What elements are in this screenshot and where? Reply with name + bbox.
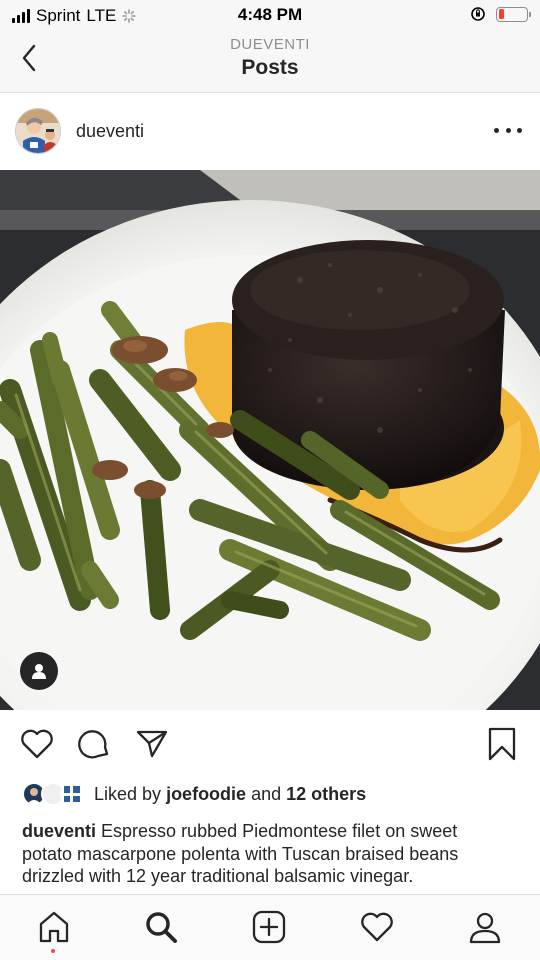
liker-avatars[interactable] <box>22 782 86 806</box>
likes-others[interactable]: 12 others <box>286 784 366 804</box>
status-time: 4:48 PM <box>237 5 303 24</box>
person-tag-icon <box>32 664 46 679</box>
likes-text: Liked by joefoodie and 12 others <box>94 784 366 805</box>
battery-icon <box>496 6 531 22</box>
tab-search[interactable] <box>143 909 179 945</box>
more-horizontal-icon <box>494 127 499 133</box>
tagged-people-button[interactable] <box>20 652 58 690</box>
tab-home[interactable] <box>36 909 72 945</box>
search-icon <box>146 912 177 943</box>
food-photo <box>0 170 540 710</box>
likes-connector: and <box>251 784 282 804</box>
likes-prefix: Liked by <box>94 784 162 804</box>
activity-icon <box>361 912 393 942</box>
comment-button[interactable] <box>77 726 113 762</box>
page-title: Posts <box>241 56 299 79</box>
status-right <box>470 6 531 22</box>
more-options-button[interactable] <box>494 120 522 140</box>
post-caption: dueventi Espresso rubbed Piedmontese fil… <box>22 820 502 892</box>
nav-header: DUEVENTI Posts <box>0 30 540 93</box>
status-bar: Sprint LTE 4:48 PM <box>0 0 540 30</box>
heart-outline-icon <box>21 729 53 759</box>
post-header: dueventi <box>0 94 540 170</box>
bookmark-icon <box>488 727 516 761</box>
avatar[interactable] <box>15 108 61 154</box>
new-post-icon <box>252 910 286 944</box>
save-button[interactable] <box>484 726 520 762</box>
orientation-lock-icon <box>471 7 485 21</box>
comment-icon <box>78 730 109 759</box>
battery-fill <box>498 9 504 19</box>
share-button[interactable] <box>134 726 170 762</box>
post-username[interactable]: dueventi <box>76 121 144 142</box>
tab-new-post[interactable] <box>251 909 287 945</box>
caption-username[interactable]: dueventi <box>22 821 96 841</box>
notification-dot <box>51 949 55 953</box>
nav-subtitle: DUEVENTI <box>230 36 310 53</box>
post-actions <box>0 712 540 776</box>
avatar-image <box>16 109 60 153</box>
like-button[interactable] <box>19 726 55 762</box>
home-icon <box>39 911 69 943</box>
paper-plane-icon <box>136 730 168 758</box>
tab-bar <box>0 894 540 960</box>
tab-profile[interactable] <box>467 909 503 945</box>
tab-activity[interactable] <box>359 909 395 945</box>
profile-icon <box>469 912 501 944</box>
post-photo[interactable] <box>0 170 540 710</box>
liker-avatar <box>60 782 84 806</box>
liker-username[interactable]: joefoodie <box>166 784 246 804</box>
likes-row: Liked by joefoodie and 12 others <box>0 778 540 810</box>
